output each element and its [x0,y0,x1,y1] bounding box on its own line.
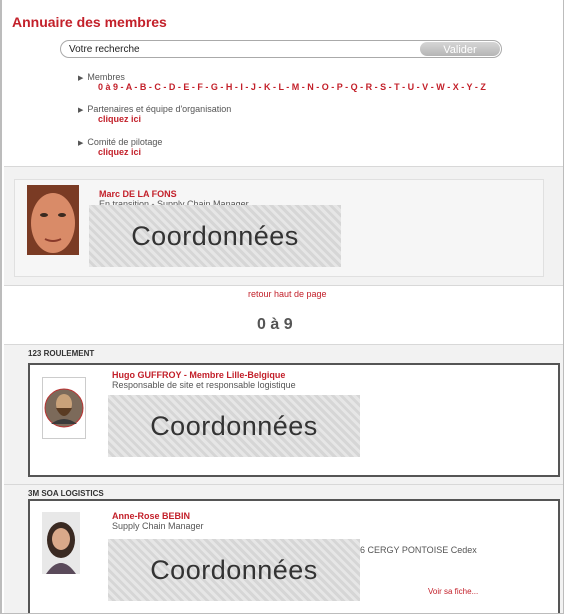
member-photo [42,377,86,439]
separator: - [202,82,211,92]
nav-members-label: Membres [87,72,125,82]
coordinates-block: Coordonnées [108,539,360,601]
face-icon [27,185,79,255]
featured-member-panel: Marc DE LA FONS En transition - Supply C… [4,166,563,286]
separator: - [399,82,408,92]
separator: - [255,82,264,92]
page-frame: Annuaire des membres Valider ▶Membres 0 … [0,0,564,614]
committee-link[interactable]: cliquez ici [98,147,141,157]
nav-members: ▶ Membres 0 à 9 - A - B - C - D - E - F -… [78,72,486,92]
separator: - [217,82,226,92]
separator: - [328,82,337,92]
triangle-right-icon: ▶ [78,107,84,114]
separator: - [444,82,453,92]
separator: - [372,82,381,92]
coordinates-block: Coordonnées [108,395,360,457]
company-group: 123 ROULEMENT Hugo GUFFROY - Membre Lill… [4,344,563,485]
separator: - [131,82,140,92]
submit-search-button[interactable]: Valider [420,42,500,56]
separator: - [342,82,351,92]
featured-member-card: Marc DE LA FONS En transition - Supply C… [14,179,544,277]
alphabet-link[interactable]: W [436,82,445,92]
section-heading: 0 à 9 [257,316,293,333]
member-address: 6 CERGY PONTOISE Cedex [360,545,477,555]
triangle-right-icon: ▶ [78,75,84,82]
company-name: 3M SOA LOGISTICS [28,489,104,498]
member-name[interactable]: Marc DE LA FONS [99,189,177,199]
alphabet-link[interactable]: Z [480,82,486,92]
nav-committee: ▶ Comité de pilotage cliquez ici [78,137,162,157]
member-role: Supply Chain Manager [112,521,204,531]
view-profile-link[interactable]: Voir sa fiche... [428,587,478,596]
alphabet-link[interactable]: 0 à 9 [98,82,118,92]
member-name[interactable]: Hugo GUFFROY - Membre Lille-Belgique [112,370,285,380]
separator: - [160,82,169,92]
member-card: Anne-Rose BEBIN Supply Chain Manager 6 C… [28,499,560,613]
alphabet-index: 0 à 9 - A - B - C - D - E - F - G - H - … [98,82,486,92]
separator: - [118,82,126,92]
member-name[interactable]: Anne-Rose BEBIN [112,511,190,521]
member-photo [27,185,79,255]
separator: - [458,82,467,92]
coordinates-block: Coordonnées [89,205,341,267]
search-input[interactable] [69,42,409,56]
member-role: Responsable de site et responsable logis… [112,380,296,390]
page-title: Annuaire des membres [12,14,167,30]
company-name: 123 ROULEMENT [28,349,95,358]
company-group: 3M SOA LOGISTICS Anne-Rose BEBIN Supply … [4,484,563,613]
search-bar: Valider [60,40,502,58]
member-card: Hugo GUFFROY - Membre Lille-Belgique Res… [28,363,560,477]
avatar-icon [44,388,84,428]
separator: - [242,82,251,92]
separator: - [283,82,292,92]
separator: - [313,82,322,92]
separator: - [357,82,366,92]
partners-link[interactable]: cliquez ici [98,114,141,124]
alphabet-link[interactable]: Q [351,82,358,92]
nav-partners: ▶ Partenaires et équipe d'organisation cl… [78,104,231,124]
separator: - [428,82,437,92]
back-to-top-link[interactable]: retour haut de page [248,289,327,299]
separator: - [386,82,395,92]
nav-committee-label: Comité de pilotage [87,137,163,147]
alphabet-link[interactable]: G [211,82,218,92]
alphabet-link[interactable]: O [322,82,329,92]
separator: - [414,82,423,92]
nav-partners-label: Partenaires et équipe d'organisation [87,104,232,114]
avatar-icon [42,512,80,574]
triangle-right-icon: ▶ [78,140,84,147]
member-photo [42,512,80,574]
